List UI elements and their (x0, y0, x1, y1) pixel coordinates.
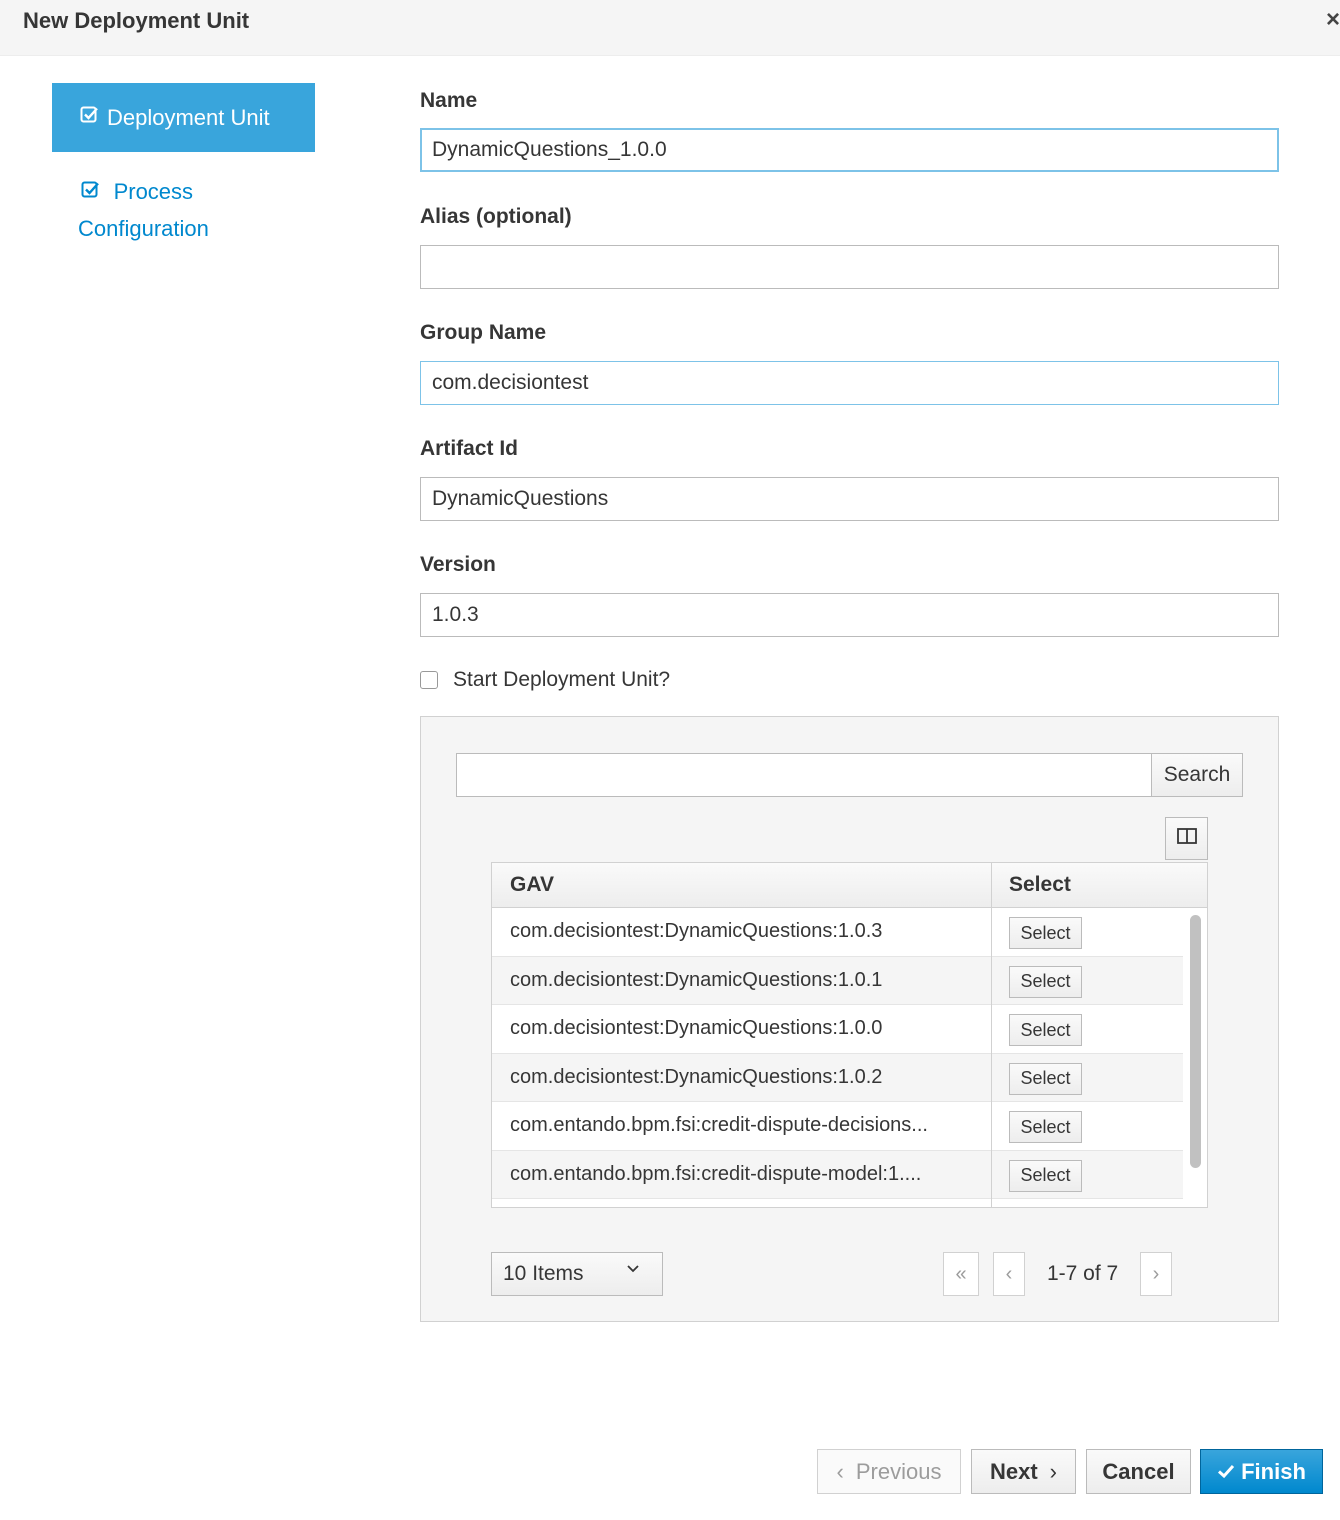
name-input[interactable]: DynamicQuestions_1.0.0 (420, 128, 1279, 172)
page-size-dropdown[interactable]: 10 Items (491, 1252, 663, 1296)
table-row: com.decisiontest:DynamicQuestions:1.0.0 … (492, 1005, 1183, 1054)
alias-input[interactable] (420, 245, 1279, 289)
wizard-step-deployment-unit[interactable]: Deployment Unit (52, 83, 315, 152)
check-square-icon (80, 105, 99, 130)
artifact-id-label: Artifact Id (420, 437, 519, 460)
cancel-button[interactable]: Cancel (1086, 1449, 1191, 1494)
gav-cell: com.decisiontest:DynamicQuestions:1.0.3 (510, 920, 883, 942)
previous-page-button[interactable]: ‹ (993, 1252, 1025, 1296)
wizard-step-process-configuration[interactable]: Process Configuration (78, 174, 278, 246)
page-info: 1-7 of 7 (1047, 1262, 1119, 1285)
check-square-icon (81, 181, 106, 204)
previous-button[interactable]: ‹ Previous (817, 1449, 961, 1494)
wizard-step-label: Deployment Unit (107, 104, 270, 130)
start-deployment-row: Start Deployment Unit? (420, 668, 670, 692)
previous-label: Previous (855, 1458, 942, 1484)
checkmark-icon (1217, 1459, 1235, 1485)
search-button[interactable]: Search (1151, 753, 1243, 797)
gav-cell: com.decisiontest:DynamicQuestions:1.0.0 (510, 1017, 883, 1039)
group-name-label: Group Name (420, 321, 547, 344)
alias-label: Alias (optional) (420, 205, 572, 228)
table-row: com.decisiontest:DynamicQuestions:1.0.1 … (492, 956, 1183, 1005)
select-button[interactable]: Select (1009, 1159, 1082, 1192)
column-picker-button[interactable] (1165, 817, 1208, 860)
next-label: Next (989, 1458, 1038, 1484)
next-page-button[interactable]: › (1140, 1252, 1172, 1296)
grid-header: GAV Select (492, 863, 1207, 908)
column-header-gav[interactable]: GAV (510, 863, 554, 908)
chevron-left-icon: ‹ (1005, 1262, 1013, 1285)
start-deployment-checkbox[interactable] (420, 671, 438, 689)
chevron-down-icon (626, 1262, 640, 1281)
select-button[interactable]: Select (1009, 1014, 1082, 1046)
first-page-button[interactable]: « (943, 1252, 979, 1296)
next-button[interactable]: Next › (971, 1449, 1076, 1494)
finish-button[interactable]: Finish (1200, 1449, 1323, 1494)
select-button[interactable]: Select (1009, 917, 1082, 949)
finish-label: Finish (1241, 1458, 1306, 1484)
gav-cell: com.decisiontest:DynamicQuestions:1.0.2 (510, 1065, 883, 1088)
gav-cell: com.decisiontest:DynamicQuestions:1.0.1 (510, 968, 883, 991)
version-label: Version (420, 553, 496, 576)
artifact-grid: GAV Select com.decisiontest:DynamicQuest… (491, 862, 1208, 1208)
double-chevron-left-icon: « (955, 1262, 967, 1285)
table-row: com.decisiontest:DynamicQuestions:1.0.2 … (492, 1053, 1183, 1102)
select-button[interactable]: Select (1009, 1111, 1082, 1143)
select-button[interactable]: Select (1009, 1062, 1082, 1095)
select-button[interactable]: Select (1009, 965, 1082, 998)
modal-title: New Deployment Unit (23, 8, 250, 33)
page-size-value: 10 Items (503, 1262, 584, 1285)
chevron-right-icon: › (1049, 1458, 1057, 1484)
column-header-select[interactable]: Select (1009, 863, 1071, 908)
modal-header: New Deployment Unit × (0, 0, 1340, 56)
grid-scrollbar-thumb[interactable] (1190, 915, 1201, 1168)
table-row: com.entando.bpm.fsi:credit-dispute-model… (492, 1150, 1183, 1199)
close-icon[interactable]: × (1326, 6, 1340, 34)
chevron-right-icon: › (1152, 1262, 1160, 1285)
artifact-id-input[interactable]: DynamicQuestions (420, 477, 1279, 521)
version-input[interactable]: 1.0.3 (420, 593, 1279, 637)
group-name-input[interactable]: com.decisiontest (420, 361, 1279, 405)
chevron-left-icon: ‹ (836, 1458, 844, 1484)
name-label: Name (420, 89, 478, 112)
cancel-label: Cancel (1102, 1458, 1175, 1484)
start-deployment-label: Start Deployment Unit? (453, 668, 671, 691)
columns-icon (1176, 827, 1197, 850)
table-row: com.entando.bpm.fsi:credit-dispute-decis… (492, 1102, 1183, 1151)
table-row: com.decisiontest:DynamicQuestions:1.0.3 … (492, 908, 1183, 957)
gav-cell: com.entando.bpm.fsi:credit-dispute-decis… (510, 1114, 928, 1136)
column-divider (991, 863, 992, 1207)
gav-cell: com.entando.bpm.fsi:credit-dispute-model… (510, 1162, 922, 1185)
table-row-partial (492, 1199, 1183, 1207)
artifact-search-input[interactable] (456, 753, 1152, 797)
